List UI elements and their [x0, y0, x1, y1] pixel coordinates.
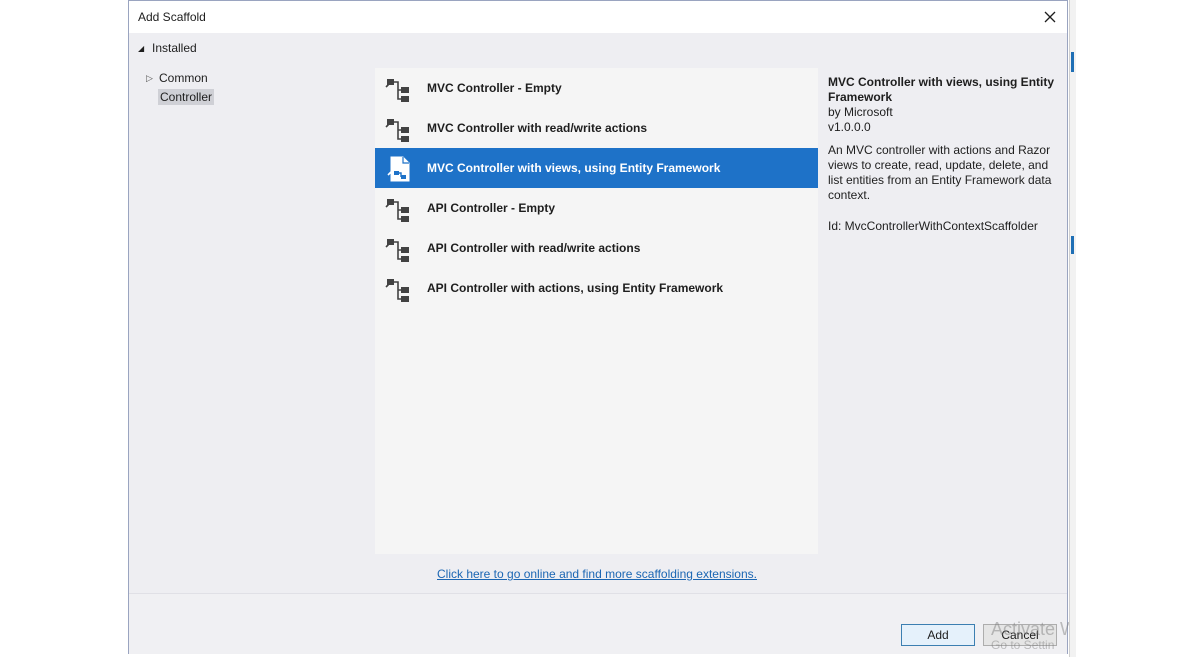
expanded-triangle-icon: ◢ — [138, 43, 145, 53]
scaffold-item-label: MVC Controller with views, using Entity … — [427, 161, 721, 175]
controller-icon — [385, 239, 409, 262]
controller-icon — [385, 79, 409, 102]
controller-icon — [385, 279, 409, 302]
close-icon — [1044, 11, 1056, 23]
scaffold-item-api-read-write[interactable]: API Controller with read/write actions — [375, 228, 818, 268]
collapsed-triangle-icon: ▷ — [146, 72, 153, 83]
add-button[interactable]: Add — [901, 624, 975, 646]
tree-item-label: Controller — [160, 90, 213, 104]
tree-root-installed[interactable]: ◢ Installed — [138, 41, 197, 55]
details-author: by Microsoft — [828, 105, 893, 119]
details-version: v1.0.0.0 — [828, 120, 871, 134]
details-panel: MVC Controller with views, using Entity … — [828, 75, 1063, 234]
close-button[interactable] — [1039, 6, 1061, 28]
details-id: Id: MvcControllerWithContextScaffolder — [828, 219, 1038, 233]
controller-icon — [385, 119, 409, 142]
scaffold-list: MVC Controller - Empty MVC Controller wi… — [375, 68, 818, 554]
scaffold-item-label: MVC Controller with read/write actions — [427, 121, 648, 135]
cancel-button[interactable]: Cancel — [983, 624, 1057, 646]
document-controller-icon — [387, 156, 410, 182]
scaffold-item-label: API Controller - Empty — [427, 201, 556, 215]
background-accent — [1071, 236, 1074, 254]
scaffold-item-api-actions-ef[interactable]: API Controller with actions, using Entit… — [375, 268, 818, 308]
details-title: MVC Controller with views, using Entity … — [828, 75, 1055, 104]
dialog-title: Add Scaffold — [138, 10, 206, 24]
scaffold-item-api-empty[interactable]: API Controller - Empty — [375, 188, 818, 228]
scaffold-item-mvc-views-ef[interactable]: MVC Controller with views, using Entity … — [375, 148, 818, 188]
online-extensions-link[interactable]: Click here to go online and find more sc… — [437, 567, 757, 581]
tree-item-label: Common — [159, 71, 208, 85]
background-accent — [1071, 52, 1074, 72]
scaffold-item-label: API Controller with actions, using Entit… — [427, 281, 724, 295]
tree-root-label: Installed — [152, 41, 197, 55]
scaffold-item-label: MVC Controller - Empty — [427, 81, 562, 95]
add-scaffold-dialog: Add Scaffold ◢ Installed ▷ Common Contro… — [128, 0, 1069, 654]
scaffold-item-mvc-read-write[interactable]: MVC Controller with read/write actions — [375, 108, 818, 148]
tree-item-controller[interactable]: Controller — [158, 89, 215, 105]
tree-item-common[interactable]: ▷ Common — [146, 71, 208, 85]
controller-icon — [385, 199, 409, 222]
scaffold-item-mvc-empty[interactable]: MVC Controller - Empty — [375, 68, 818, 108]
scaffold-item-label: API Controller with read/write actions — [427, 241, 641, 255]
background-window-edge — [1069, 0, 1076, 657]
title-bar: Add Scaffold — [129, 1, 1067, 33]
details-description: An MVC controller with actions and Razor… — [828, 143, 1052, 202]
